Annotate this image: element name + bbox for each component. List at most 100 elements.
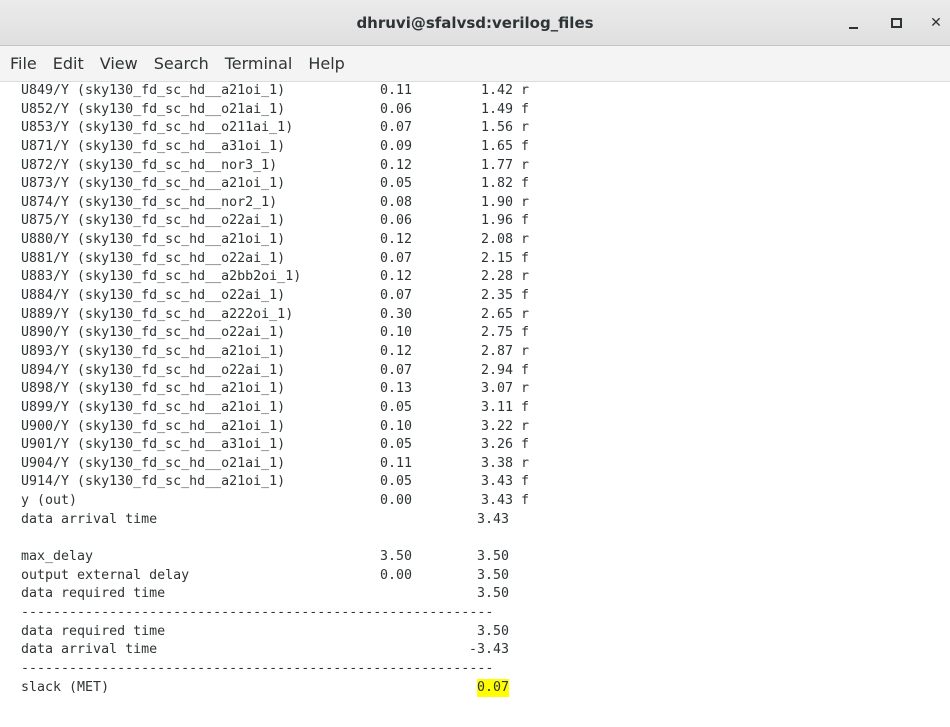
- line-incr: 0.13: [379, 381, 412, 397]
- line-path: 3.43 f: [480, 493, 529, 509]
- close-icon: ✕: [930, 15, 942, 31]
- line-label: y (out): [5, 493, 78, 509]
- line-label: U914/Y (sky130_fd_sc_hd__a21oi_1): [5, 474, 286, 490]
- line-incr: 0.05: [379, 474, 412, 490]
- line-incr: 0.07: [379, 288, 412, 304]
- line-path: 1.42 r: [480, 83, 529, 98]
- line-incr: 0.12: [379, 232, 412, 248]
- line-path: 1.49 f: [480, 101, 529, 117]
- menu-file[interactable]: File: [2, 46, 45, 82]
- line-path: 3.38 r: [480, 455, 529, 471]
- line-label: U872/Y (sky130_fd_sc_hd__nor3_1): [5, 157, 278, 173]
- close-button[interactable]: ✕: [922, 9, 950, 37]
- line-path: 2.87 r: [480, 343, 529, 359]
- line-incr: 0.00: [379, 567, 412, 583]
- line-path: 2.28 r: [480, 269, 529, 285]
- line-path: 3.43 f: [480, 474, 529, 490]
- menu-search[interactable]: Search: [146, 46, 217, 82]
- line-path: 3.43: [476, 511, 509, 527]
- line-label: U873/Y (sky130_fd_sc_hd__a21oi_1): [5, 176, 286, 192]
- line-path: 3.11 f: [480, 399, 529, 415]
- maximize-icon: [890, 18, 902, 28]
- line-incr: 0.07: [379, 362, 412, 378]
- line-label: U890/Y (sky130_fd_sc_hd__o22ai_1): [5, 325, 286, 341]
- line-incr: 0.00: [379, 493, 412, 509]
- terminal-output[interactable]: U849/Y (sky130_fd_sc_hd__a21oi_1) 0.11 1.4…: [0, 82, 950, 727]
- line-path: 2.75 f: [480, 325, 529, 341]
- line-incr: 3.50: [379, 549, 412, 565]
- line-incr: 0.06: [379, 213, 412, 229]
- line-label: U893/Y (sky130_fd_sc_hd__a21oi_1): [5, 343, 286, 359]
- slack-value-highlighted: 0.07: [476, 678, 509, 698]
- menu-terminal[interactable]: Terminal: [217, 46, 301, 82]
- line-path: 1.77 r: [480, 157, 529, 173]
- line-incr: 0.10: [379, 325, 412, 341]
- line-label: U883/Y (sky130_fd_sc_hd__a2bb2oi_1): [5, 269, 302, 285]
- line-path: 3.26 f: [480, 437, 529, 453]
- line-label: U881/Y (sky130_fd_sc_hd__o22ai_1): [5, 250, 286, 266]
- line-path: 2.15 f: [480, 250, 529, 266]
- line-incr: 0.11: [379, 455, 412, 471]
- menu-view[interactable]: View: [92, 46, 146, 82]
- line-incr: 0.12: [379, 343, 412, 359]
- line-path: 3.50: [476, 586, 509, 602]
- line-label: U894/Y (sky130_fd_sc_hd__o22ai_1): [5, 362, 286, 378]
- menu-bar: File Edit View Search Terminal Help: [0, 46, 950, 82]
- title-bar[interactable]: dhruvi@sfalvsd:verilog_files ✕: [0, 0, 950, 46]
- line-label: U880/Y (sky130_fd_sc_hd__a21oi_1): [5, 232, 286, 248]
- line-incr: 0.11: [379, 83, 412, 98]
- minimize-button[interactable]: [839, 9, 867, 37]
- line-path: 2.35 f: [480, 288, 529, 304]
- line-label: ----------------------------------------…: [5, 604, 494, 620]
- line-incr: 0.07: [379, 250, 412, 266]
- menu-help[interactable]: Help: [300, 46, 352, 82]
- line-label: U849/Y (sky130_fd_sc_hd__a21oi_1): [5, 83, 286, 98]
- line-path: 3.22 r: [480, 418, 529, 434]
- line-incr: 0.06: [379, 101, 412, 117]
- line-incr: 0.05: [379, 399, 412, 415]
- line-incr: 0.12: [379, 157, 412, 173]
- line-label: output external delay: [5, 567, 190, 583]
- line-label: U875/Y (sky130_fd_sc_hd__o22ai_1): [5, 213, 286, 229]
- line-label: U904/Y (sky130_fd_sc_hd__o21ai_1): [5, 455, 286, 471]
- line-path: 3.50: [476, 549, 509, 565]
- line-incr: 0.08: [379, 194, 412, 210]
- line-incr: 0.09: [379, 138, 412, 154]
- line-path: 2.08 r: [480, 232, 529, 248]
- line-path: 1.82 f: [480, 176, 529, 192]
- line-incr: 0.10: [379, 418, 412, 434]
- line-path: 1.56 r: [480, 120, 529, 136]
- line-label: ----------------------------------------…: [5, 660, 494, 676]
- line-label: U900/Y (sky130_fd_sc_hd__a21oi_1): [5, 418, 286, 434]
- line-label: slack (MET): [5, 679, 110, 695]
- line-label: U889/Y (sky130_fd_sc_hd__a222oi_1): [5, 306, 294, 322]
- line-path: 2.65 r: [480, 306, 529, 322]
- window-title: dhruvi@sfalvsd:verilog_files: [356, 14, 594, 32]
- line-path: 3.50: [476, 567, 509, 583]
- line-label: U874/Y (sky130_fd_sc_hd__nor2_1): [5, 194, 278, 210]
- line-path: 1.90 r: [480, 194, 529, 210]
- line-label: max_delay: [5, 549, 94, 565]
- line-path: 2.94 f: [480, 362, 529, 378]
- line-label: data arrival time: [5, 511, 158, 527]
- line-label: U852/Y (sky130_fd_sc_hd__o21ai_1): [5, 101, 286, 117]
- line-incr: 0.07: [379, 120, 412, 136]
- line-label: U898/Y (sky130_fd_sc_hd__a21oi_1): [5, 381, 286, 397]
- line-label: data arrival time: [5, 642, 158, 658]
- line-label: data required time: [5, 623, 166, 639]
- line-incr: 0.05: [379, 176, 412, 192]
- line-label: U899/Y (sky130_fd_sc_hd__a21oi_1): [5, 399, 286, 415]
- line-path: -3.43: [468, 642, 509, 658]
- line-label: U853/Y (sky130_fd_sc_hd__o211ai_1): [5, 120, 294, 136]
- line-label: data required time: [5, 586, 166, 602]
- line-incr: 0.12: [379, 269, 412, 285]
- line-label: U884/Y (sky130_fd_sc_hd__o22ai_1): [5, 288, 286, 304]
- line-incr: 0.05: [379, 437, 412, 453]
- line-path: 1.96 f: [480, 213, 529, 229]
- terminal-window: dhruvi@sfalvsd:verilog_files ✕ File Edit…: [0, 0, 950, 727]
- line-path: 3.07 r: [480, 381, 529, 397]
- line-label: U871/Y (sky130_fd_sc_hd__a31oi_1): [5, 138, 286, 154]
- menu-edit[interactable]: Edit: [45, 46, 92, 82]
- maximize-button[interactable]: [882, 9, 910, 37]
- minimize-icon: [848, 27, 858, 29]
